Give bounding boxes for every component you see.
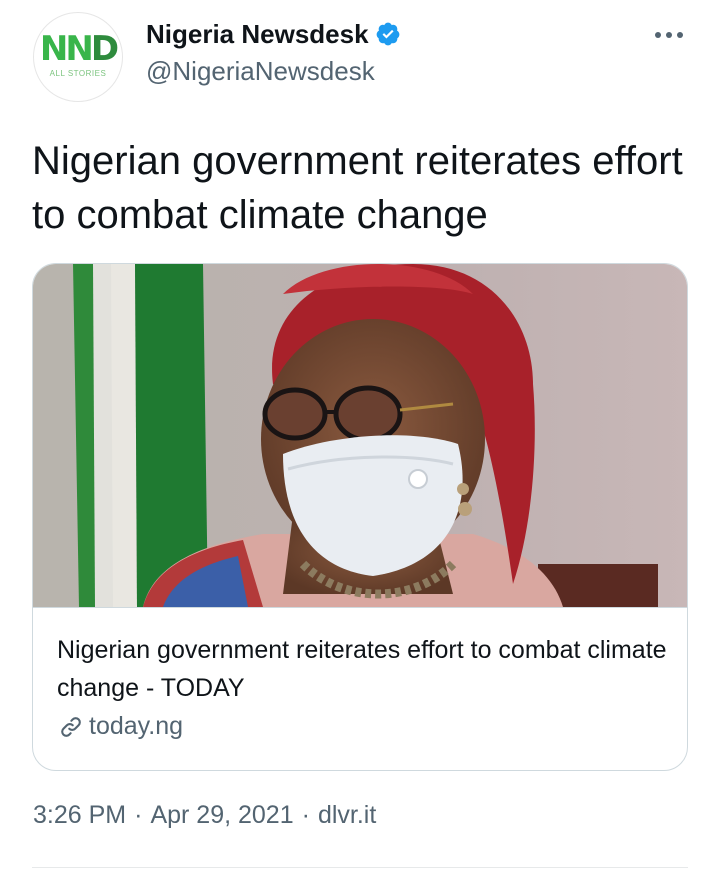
card-info: Nigerian government reiterates effort to… bbox=[33, 607, 687, 770]
meta-separator: · bbox=[134, 801, 143, 829]
tweet-source[interactable]: dlvr.it bbox=[318, 801, 376, 830]
divider bbox=[32, 867, 688, 868]
avatar-logo: NND bbox=[39, 29, 119, 69]
avatar[interactable]: NND ALL STORIES bbox=[33, 12, 123, 102]
avatar-logo-subtitle: ALL STORIES bbox=[49, 69, 107, 78]
tweet-time[interactable]: 3:26 PM bbox=[33, 801, 126, 830]
name-row: Nigeria Newsdesk bbox=[146, 17, 401, 51]
link-icon bbox=[61, 716, 81, 737]
meta-separator: · bbox=[301, 801, 310, 829]
tweet-header: NND ALL STORIES Nigeria Newsdesk @Nigeri… bbox=[0, 0, 720, 110]
card-title[interactable]: Nigerian government reiterates effort to… bbox=[57, 631, 667, 707]
account-handle[interactable]: @NigeriaNewsdesk bbox=[146, 56, 375, 87]
display-name[interactable]: Nigeria Newsdesk bbox=[146, 19, 369, 50]
tweet-meta: 3:26 PM · Apr 29, 2021 · dlvr.it bbox=[33, 801, 376, 830]
card-domain: today.ng bbox=[89, 712, 184, 740]
tweet-text: Nigerian government reiterates effort to… bbox=[32, 139, 683, 237]
verified-badge-icon bbox=[376, 22, 399, 46]
card-domain-row: today.ng bbox=[57, 712, 183, 741]
tweet-date[interactable]: Apr 29, 2021 bbox=[150, 801, 293, 830]
card-image bbox=[33, 264, 687, 607]
more-options-icon[interactable] bbox=[651, 20, 687, 48]
link-preview-card[interactable]: Nigerian government reiterates effort to… bbox=[32, 263, 688, 771]
